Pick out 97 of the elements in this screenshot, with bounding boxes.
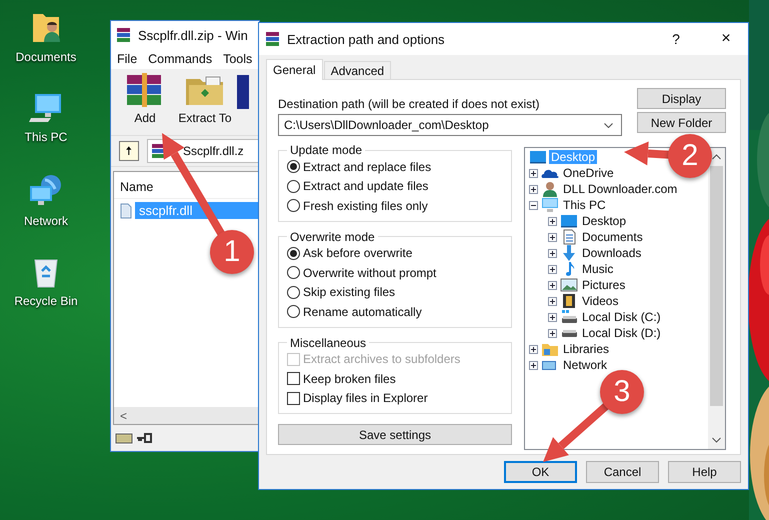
- radio-button[interactable]: [287, 160, 300, 174]
- desktop-icon-label[interactable]: This PC: [24, 130, 68, 144]
- checkbox[interactable]: [287, 372, 300, 386]
- option-label[interactable]: Rename automatically: [303, 304, 422, 319]
- expander[interactable]: [548, 216, 558, 226]
- tree-item[interactable]: DLL Downloader.com: [561, 182, 680, 196]
- radio-button[interactable]: [287, 199, 300, 212]
- group-title: Miscellaneous: [289, 336, 368, 350]
- expander[interactable]: [548, 296, 558, 306]
- option-label[interactable]: Fresh existing files only: [303, 198, 428, 213]
- expander[interactable]: [548, 280, 558, 290]
- side-button[interactable]: Display: [637, 88, 726, 109]
- tree-item[interactable]: Videos: [580, 294, 620, 308]
- tree-item[interactable]: OneDrive: [561, 166, 616, 180]
- scroll-up-icon: [712, 154, 721, 160]
- radio-button[interactable]: [287, 305, 300, 318]
- tree-item[interactable]: Libraries: [561, 342, 612, 356]
- menu-item[interactable]: Commands: [148, 52, 212, 66]
- tree-item[interactable]: Local Disk (D:): [580, 326, 663, 340]
- side-button[interactable]: New Folder: [637, 112, 726, 133]
- archive-icon: [265, 31, 281, 47]
- person-icon: [541, 181, 559, 197]
- dialog-button[interactable]: Help: [668, 461, 741, 483]
- computer-icon[interactable]: [29, 92, 63, 124]
- tree-item[interactable]: Documents: [580, 230, 645, 244]
- field-label: Destination path (will be created if does not exist): [278, 97, 540, 111]
- desktop-icon-label[interactable]: Recycle Bin: [14, 294, 78, 308]
- expander[interactable]: [529, 184, 539, 194]
- key-icon: [136, 433, 152, 443]
- drive-icon: [115, 432, 133, 444]
- radio-button[interactable]: [287, 246, 300, 260]
- tab[interactable]: Advanced: [324, 61, 392, 79]
- option-label[interactable]: Keep broken files: [303, 372, 396, 386]
- expander[interactable]: [529, 344, 539, 354]
- window-title: Sscplfr.dll.zip - Win: [138, 28, 248, 42]
- path-combo-box[interactable]: C:\Users\DllDownloader_com\Desktop: [278, 114, 622, 136]
- radio-button[interactable]: [287, 180, 300, 193]
- group-title: Overwrite mode: [289, 230, 376, 244]
- dialog-button[interactable]: Cancel: [586, 461, 659, 483]
- help-button[interactable]: ?: [654, 24, 698, 54]
- save-settings-button[interactable]: Save settings: [278, 424, 512, 445]
- expander[interactable]: [529, 200, 539, 210]
- option-label[interactable]: Skip existing files: [303, 285, 396, 300]
- film-strip-icon: [560, 293, 578, 309]
- archive-icon: [116, 27, 132, 43]
- option-label[interactable]: Overwrite without prompt: [303, 266, 436, 280]
- arrow: [543, 402, 609, 462]
- tree-item[interactable]: Pictures: [580, 278, 628, 292]
- monitor-icon: [529, 150, 547, 164]
- toolbar-button[interactable]: Extract To: [177, 73, 233, 125]
- drive-icon: [560, 328, 578, 338]
- scroll-down-icon: [712, 437, 721, 443]
- dialog-button[interactable]: OK: [504, 461, 577, 483]
- desktop-icon-label[interactable]: Network: [24, 214, 68, 228]
- monitor-icon: [560, 214, 578, 228]
- close-button[interactable]: ×: [704, 24, 748, 54]
- scroll-left-button[interactable]: <: [114, 408, 134, 422]
- menu-item[interactable]: File: [117, 52, 138, 66]
- system-drive-icon: [560, 309, 578, 325]
- folder-icon: [541, 341, 559, 357]
- chevron-icon: [604, 122, 613, 128]
- tree-item[interactable]: Network: [561, 358, 610, 372]
- desktop-icon-label[interactable]: Documents: [16, 50, 76, 64]
- horizontal-scrollbar[interactable]: <: [114, 407, 259, 424]
- vertical-scrollbar[interactable]: [708, 148, 725, 449]
- radio-button[interactable]: [287, 286, 300, 299]
- radio-button[interactable]: [287, 266, 300, 280]
- checkbox[interactable]: [287, 392, 300, 405]
- expander[interactable]: [548, 328, 558, 338]
- arrow: [624, 141, 670, 166]
- tree-item[interactable]: Downloads: [580, 246, 644, 260]
- option-label[interactable]: Ask before overwrite: [303, 246, 412, 260]
- tree-item[interactable]: Desktop: [580, 214, 628, 228]
- tab[interactable]: General: [266, 59, 323, 80]
- scroll-thumb[interactable]: [710, 166, 723, 406]
- tree-item[interactable]: This PC: [561, 198, 608, 212]
- toolbar-button[interactable]: Add: [117, 73, 173, 125]
- network-icon[interactable]: [28, 174, 64, 208]
- dialog-title: Extraction path and options: [287, 32, 446, 46]
- file-icon: [120, 202, 132, 218]
- expander[interactable]: [529, 168, 539, 178]
- expander[interactable]: [529, 360, 539, 370]
- landscape-icon: [560, 278, 578, 292]
- option-label[interactable]: Extract and update files: [303, 179, 428, 194]
- expander[interactable]: [548, 248, 558, 258]
- tree-item[interactable]: Music: [580, 262, 616, 276]
- option-label[interactable]: Extract and replace files: [303, 160, 432, 174]
- down-arrow-icon: [560, 245, 578, 261]
- up-button[interactable]: 🠅: [119, 141, 139, 161]
- tree-item[interactable]: Local Disk (C:): [580, 310, 663, 324]
- expander[interactable]: [548, 264, 558, 274]
- expander[interactable]: [548, 312, 558, 322]
- menu-item[interactable]: Tools: [223, 52, 252, 66]
- expander[interactable]: [548, 232, 558, 242]
- option-label[interactable]: Display files in Explorer: [303, 391, 428, 406]
- computer-icon: [541, 197, 559, 213]
- group-title: Update mode: [289, 143, 364, 157]
